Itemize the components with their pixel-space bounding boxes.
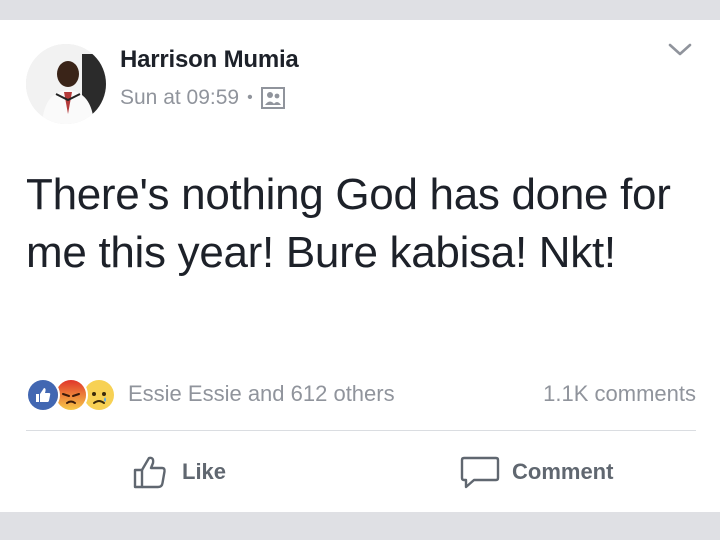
reactions-summary[interactable]: Essie Essie and 612 others (128, 381, 395, 407)
comment-icon (460, 456, 500, 489)
like-icon (26, 378, 60, 412)
post-timestamp[interactable]: Sun at 09:59 (120, 86, 239, 110)
friends-icon[interactable] (260, 87, 285, 109)
meta-separator: • (247, 89, 253, 106)
thumbs-up-icon (133, 456, 166, 489)
chevron-down-icon[interactable] (666, 40, 694, 60)
reactions-row: Essie Essie and 612 others 1.1K comments (26, 376, 696, 412)
post-meta: Sun at 09:59 • (120, 86, 285, 110)
post-card: Harrison Mumia Sun at 09:59 • There's no… (0, 20, 720, 512)
comment-button[interactable]: Comment (460, 450, 613, 494)
avatar-photo (26, 44, 106, 124)
like-button[interactable]: Like (130, 450, 226, 494)
divider (26, 430, 696, 431)
author-name[interactable]: Harrison Mumia (120, 46, 299, 74)
comment-label: Comment (512, 459, 614, 484)
reaction-icons[interactable] (26, 378, 126, 412)
comments-count[interactable]: 1.1K comments (543, 381, 696, 407)
author-avatar[interactable] (26, 44, 106, 124)
post-body: There's nothing God has done for me this… (26, 170, 671, 277)
like-label: Like (182, 459, 227, 484)
